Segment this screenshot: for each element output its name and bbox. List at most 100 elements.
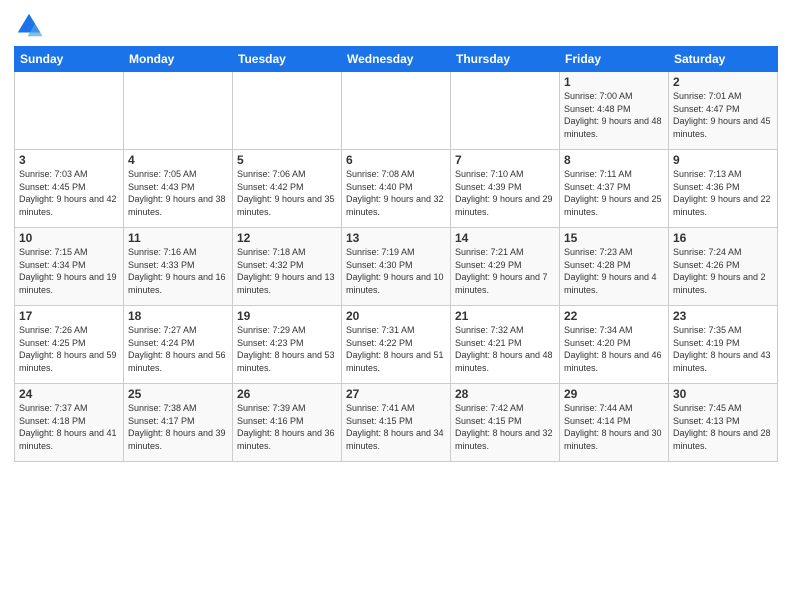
calendar-week-5: 24Sunrise: 7:37 AM Sunset: 4:18 PM Dayli… xyxy=(15,384,778,462)
day-number: 5 xyxy=(237,153,337,167)
calendar-cell: 9Sunrise: 7:13 AM Sunset: 4:36 PM Daylig… xyxy=(669,150,778,228)
day-number: 29 xyxy=(564,387,664,401)
calendar-table: Sunday Monday Tuesday Wednesday Thursday… xyxy=(14,46,778,462)
calendar-week-2: 3Sunrise: 7:03 AM Sunset: 4:45 PM Daylig… xyxy=(15,150,778,228)
day-number: 8 xyxy=(564,153,664,167)
day-info: Sunrise: 7:27 AM Sunset: 4:24 PM Dayligh… xyxy=(128,324,228,374)
calendar-cell: 11Sunrise: 7:16 AM Sunset: 4:33 PM Dayli… xyxy=(124,228,233,306)
day-info: Sunrise: 7:32 AM Sunset: 4:21 PM Dayligh… xyxy=(455,324,555,374)
calendar-cell xyxy=(124,72,233,150)
day-info: Sunrise: 7:16 AM Sunset: 4:33 PM Dayligh… xyxy=(128,246,228,296)
col-wednesday: Wednesday xyxy=(342,47,451,72)
calendar-cell xyxy=(233,72,342,150)
day-number: 12 xyxy=(237,231,337,245)
day-number: 7 xyxy=(455,153,555,167)
day-number: 3 xyxy=(19,153,119,167)
header-row: Sunday Monday Tuesday Wednesday Thursday… xyxy=(15,47,778,72)
day-number: 25 xyxy=(128,387,228,401)
calendar-cell: 14Sunrise: 7:21 AM Sunset: 4:29 PM Dayli… xyxy=(451,228,560,306)
day-info: Sunrise: 7:44 AM Sunset: 4:14 PM Dayligh… xyxy=(564,402,664,452)
day-number: 16 xyxy=(673,231,773,245)
calendar-cell: 26Sunrise: 7:39 AM Sunset: 4:16 PM Dayli… xyxy=(233,384,342,462)
day-number: 19 xyxy=(237,309,337,323)
col-sunday: Sunday xyxy=(15,47,124,72)
calendar-cell: 24Sunrise: 7:37 AM Sunset: 4:18 PM Dayli… xyxy=(15,384,124,462)
page-container: Sunday Monday Tuesday Wednesday Thursday… xyxy=(0,0,792,612)
day-info: Sunrise: 7:18 AM Sunset: 4:32 PM Dayligh… xyxy=(237,246,337,296)
calendar-cell: 23Sunrise: 7:35 AM Sunset: 4:19 PM Dayli… xyxy=(669,306,778,384)
calendar-cell: 12Sunrise: 7:18 AM Sunset: 4:32 PM Dayli… xyxy=(233,228,342,306)
day-info: Sunrise: 7:03 AM Sunset: 4:45 PM Dayligh… xyxy=(19,168,119,218)
calendar-cell: 22Sunrise: 7:34 AM Sunset: 4:20 PM Dayli… xyxy=(560,306,669,384)
calendar-cell: 28Sunrise: 7:42 AM Sunset: 4:15 PM Dayli… xyxy=(451,384,560,462)
calendar-cell xyxy=(342,72,451,150)
day-info: Sunrise: 7:08 AM Sunset: 4:40 PM Dayligh… xyxy=(346,168,446,218)
calendar-cell: 7Sunrise: 7:10 AM Sunset: 4:39 PM Daylig… xyxy=(451,150,560,228)
day-info: Sunrise: 7:23 AM Sunset: 4:28 PM Dayligh… xyxy=(564,246,664,296)
day-info: Sunrise: 7:34 AM Sunset: 4:20 PM Dayligh… xyxy=(564,324,664,374)
calendar-cell: 29Sunrise: 7:44 AM Sunset: 4:14 PM Dayli… xyxy=(560,384,669,462)
col-saturday: Saturday xyxy=(669,47,778,72)
day-info: Sunrise: 7:35 AM Sunset: 4:19 PM Dayligh… xyxy=(673,324,773,374)
day-number: 17 xyxy=(19,309,119,323)
day-info: Sunrise: 7:13 AM Sunset: 4:36 PM Dayligh… xyxy=(673,168,773,218)
day-number: 21 xyxy=(455,309,555,323)
calendar-cell: 27Sunrise: 7:41 AM Sunset: 4:15 PM Dayli… xyxy=(342,384,451,462)
calendar-cell: 25Sunrise: 7:38 AM Sunset: 4:17 PM Dayli… xyxy=(124,384,233,462)
col-monday: Monday xyxy=(124,47,233,72)
calendar-cell: 13Sunrise: 7:19 AM Sunset: 4:30 PM Dayli… xyxy=(342,228,451,306)
col-thursday: Thursday xyxy=(451,47,560,72)
day-info: Sunrise: 7:29 AM Sunset: 4:23 PM Dayligh… xyxy=(237,324,337,374)
day-info: Sunrise: 7:31 AM Sunset: 4:22 PM Dayligh… xyxy=(346,324,446,374)
day-number: 28 xyxy=(455,387,555,401)
calendar-cell: 17Sunrise: 7:26 AM Sunset: 4:25 PM Dayli… xyxy=(15,306,124,384)
day-number: 13 xyxy=(346,231,446,245)
calendar-cell: 6Sunrise: 7:08 AM Sunset: 4:40 PM Daylig… xyxy=(342,150,451,228)
day-info: Sunrise: 7:42 AM Sunset: 4:15 PM Dayligh… xyxy=(455,402,555,452)
calendar-week-3: 10Sunrise: 7:15 AM Sunset: 4:34 PM Dayli… xyxy=(15,228,778,306)
day-info: Sunrise: 7:24 AM Sunset: 4:26 PM Dayligh… xyxy=(673,246,773,296)
calendar-cell: 3Sunrise: 7:03 AM Sunset: 4:45 PM Daylig… xyxy=(15,150,124,228)
day-number: 30 xyxy=(673,387,773,401)
day-info: Sunrise: 7:10 AM Sunset: 4:39 PM Dayligh… xyxy=(455,168,555,218)
day-info: Sunrise: 7:01 AM Sunset: 4:47 PM Dayligh… xyxy=(673,90,773,140)
calendar-cell: 2Sunrise: 7:01 AM Sunset: 4:47 PM Daylig… xyxy=(669,72,778,150)
day-info: Sunrise: 7:05 AM Sunset: 4:43 PM Dayligh… xyxy=(128,168,228,218)
calendar-week-4: 17Sunrise: 7:26 AM Sunset: 4:25 PM Dayli… xyxy=(15,306,778,384)
calendar-cell: 21Sunrise: 7:32 AM Sunset: 4:21 PM Dayli… xyxy=(451,306,560,384)
calendar-cell: 4Sunrise: 7:05 AM Sunset: 4:43 PM Daylig… xyxy=(124,150,233,228)
day-info: Sunrise: 7:38 AM Sunset: 4:17 PM Dayligh… xyxy=(128,402,228,452)
day-info: Sunrise: 7:19 AM Sunset: 4:30 PM Dayligh… xyxy=(346,246,446,296)
calendar-cell: 10Sunrise: 7:15 AM Sunset: 4:34 PM Dayli… xyxy=(15,228,124,306)
calendar-week-1: 1Sunrise: 7:00 AM Sunset: 4:48 PM Daylig… xyxy=(15,72,778,150)
day-number: 4 xyxy=(128,153,228,167)
day-number: 18 xyxy=(128,309,228,323)
col-tuesday: Tuesday xyxy=(233,47,342,72)
logo-icon xyxy=(14,10,44,40)
logo xyxy=(14,10,48,40)
day-number: 14 xyxy=(455,231,555,245)
day-number: 2 xyxy=(673,75,773,89)
day-info: Sunrise: 7:41 AM Sunset: 4:15 PM Dayligh… xyxy=(346,402,446,452)
calendar-cell: 5Sunrise: 7:06 AM Sunset: 4:42 PM Daylig… xyxy=(233,150,342,228)
day-number: 1 xyxy=(564,75,664,89)
calendar-cell: 8Sunrise: 7:11 AM Sunset: 4:37 PM Daylig… xyxy=(560,150,669,228)
calendar-cell: 30Sunrise: 7:45 AM Sunset: 4:13 PM Dayli… xyxy=(669,384,778,462)
day-number: 23 xyxy=(673,309,773,323)
day-number: 11 xyxy=(128,231,228,245)
calendar-cell: 18Sunrise: 7:27 AM Sunset: 4:24 PM Dayli… xyxy=(124,306,233,384)
day-number: 10 xyxy=(19,231,119,245)
day-info: Sunrise: 7:26 AM Sunset: 4:25 PM Dayligh… xyxy=(19,324,119,374)
day-number: 27 xyxy=(346,387,446,401)
day-number: 6 xyxy=(346,153,446,167)
header xyxy=(14,10,778,40)
day-info: Sunrise: 7:39 AM Sunset: 4:16 PM Dayligh… xyxy=(237,402,337,452)
day-number: 22 xyxy=(564,309,664,323)
day-info: Sunrise: 7:06 AM Sunset: 4:42 PM Dayligh… xyxy=(237,168,337,218)
day-info: Sunrise: 7:15 AM Sunset: 4:34 PM Dayligh… xyxy=(19,246,119,296)
day-number: 20 xyxy=(346,309,446,323)
col-friday: Friday xyxy=(560,47,669,72)
calendar-cell xyxy=(451,72,560,150)
calendar-body: 1Sunrise: 7:00 AM Sunset: 4:48 PM Daylig… xyxy=(15,72,778,462)
calendar-cell: 16Sunrise: 7:24 AM Sunset: 4:26 PM Dayli… xyxy=(669,228,778,306)
